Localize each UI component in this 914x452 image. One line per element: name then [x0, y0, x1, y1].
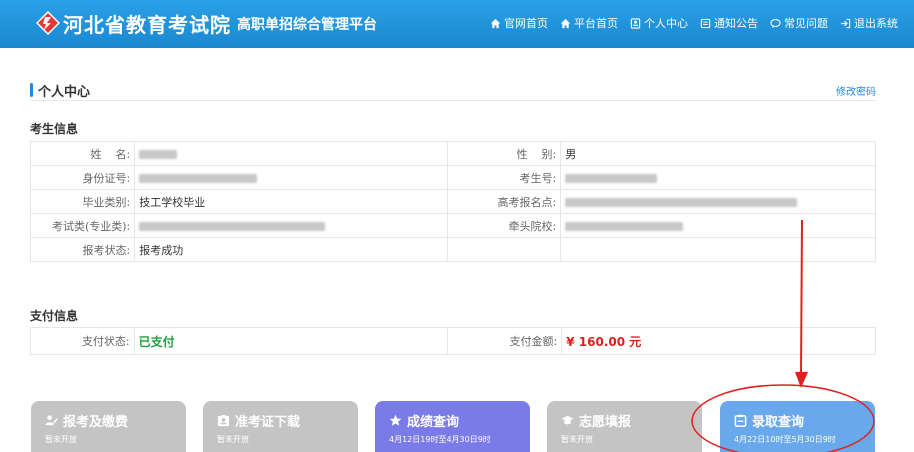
- table-row: 身份证号: 考生号:: [29, 165, 876, 190]
- empty-cell: [560, 237, 876, 262]
- nav-official-home[interactable]: 官网首页: [490, 15, 548, 31]
- notice-icon: [700, 18, 711, 28]
- name-label: 姓 名:: [29, 141, 136, 166]
- payment-amount-cell: ¥ 160.00 元: [561, 327, 876, 355]
- admission-ticket-card[interactable]: 准考证下载 暂未开放: [203, 401, 358, 452]
- card-title: 成绩查询: [407, 415, 460, 430]
- profile-icon: [630, 17, 641, 29]
- card-title: 准考证下载: [235, 415, 301, 430]
- graduation-type-label: 毕业类别:: [29, 189, 136, 214]
- gender-value: 男: [560, 141, 876, 166]
- lead-school-label: 牵头院校:: [447, 213, 562, 238]
- candidate-info-table: 姓 名: 性 别: 男 身份证号: 考生号: 毕业类别: 技工学校毕业 高考报名…: [29, 141, 876, 262]
- card-heading: 志愿填报: [561, 411, 702, 430]
- chat-icon: [770, 18, 781, 28]
- annotation-arrowhead: [795, 372, 808, 388]
- payment-amount-value: ¥ 160.00 元: [566, 334, 642, 349]
- nav-label: 退出系统: [854, 17, 898, 30]
- application-filling-card[interactable]: 志愿填报 暂未开放: [547, 401, 702, 452]
- site-title: 河北省教育考试院: [63, 13, 231, 37]
- top-header: 河北省教育考试院 高职单招综合管理平台 官网首页 平台首页 个人中心 通知公告 …: [0, 0, 914, 48]
- gender-label: 性 别:: [447, 141, 562, 166]
- nav-label: 平台首页: [574, 17, 618, 30]
- top-nav: 官网首页 平台首页 个人中心 通知公告 常见问题 退出系统: [490, 15, 898, 31]
- page-title-bar: 个人中心 修改密码: [30, 81, 876, 101]
- card-heading: 成绩查询: [389, 411, 530, 430]
- card-status: 4月12日19时至4月30日9时: [389, 435, 491, 444]
- table-row: 考试类(专业类): 牵头院校:: [29, 213, 876, 238]
- id-card-icon: [217, 414, 230, 427]
- id-number-label: 身份证号:: [29, 165, 136, 190]
- nav-label: 常见问题: [784, 17, 828, 30]
- logo-icon: [36, 11, 60, 35]
- home-icon: [490, 18, 501, 28]
- payment-status-value: 已支付: [138, 334, 175, 349]
- title-accent-bar: [30, 83, 33, 97]
- nav-faq[interactable]: 常见问题: [770, 15, 828, 31]
- redacted-value: [565, 221, 684, 231]
- user-edit-icon: [45, 415, 58, 426]
- logout-icon: [840, 18, 851, 28]
- exam-type-label: 考试类(专业类):: [29, 213, 136, 238]
- page-title: 个人中心: [38, 85, 91, 100]
- table-row: 姓 名: 性 别: 男: [29, 141, 876, 166]
- payment-info-title: 支付信息: [30, 309, 79, 323]
- card-heading: 录取查询: [734, 411, 875, 430]
- id-number-value: [134, 165, 449, 190]
- admission-query-card[interactable]: 录取查询 4月22日10时至5月30日9时: [720, 401, 875, 452]
- score-query-card[interactable]: 成绩查询 4月12日19时至4月30日9时: [375, 401, 530, 452]
- card-heading: 报考及缴费: [45, 411, 186, 430]
- card-title: 志愿填报: [579, 415, 632, 430]
- table-row: 毕业类别: 技工学校毕业 高考报名点:: [29, 189, 876, 214]
- card-heading: 准考证下载: [217, 411, 358, 430]
- card-status: 暂未开放: [45, 435, 77, 444]
- card-status: 暂未开放: [561, 435, 593, 444]
- nav-label: 官网首页: [504, 17, 548, 30]
- nav-label: 通知公告: [714, 17, 758, 30]
- registration-site-value: [560, 189, 876, 214]
- platform-subtitle: 高职单招综合管理平台: [237, 17, 377, 33]
- card-status: 暂未开放: [217, 435, 249, 444]
- nav-logout[interactable]: 退出系统: [840, 15, 898, 31]
- name-value: [134, 141, 449, 166]
- lead-school-value: [560, 213, 876, 238]
- home-icon: [560, 18, 571, 28]
- payment-status-label: 支付状态:: [30, 327, 135, 355]
- exam-number-value: [560, 165, 876, 190]
- nav-notices[interactable]: 通知公告: [700, 15, 758, 31]
- payment-info-table: 支付状态: 已支付 支付金额: ¥ 160.00 元: [30, 327, 876, 355]
- star-icon: [389, 414, 402, 426]
- redacted-value: [139, 149, 178, 159]
- application-status-value: 报考成功: [134, 237, 449, 262]
- table-row: 支付状态: 已支付 支付金额: ¥ 160.00 元: [30, 327, 876, 355]
- nav-personal-center[interactable]: 个人中心: [630, 15, 688, 31]
- card-title: 报考及缴费: [63, 415, 129, 430]
- redacted-value: [565, 197, 798, 207]
- graduation-cap-icon: [561, 415, 574, 425]
- application-status-label: 报考状态:: [29, 237, 136, 262]
- register-and-pay-card[interactable]: 报考及缴费 暂未开放: [31, 401, 186, 452]
- change-password-link[interactable]: 修改密码: [836, 83, 876, 98]
- registration-site-label: 高考报名点:: [447, 189, 562, 214]
- graduation-type-value: 技工学校毕业: [134, 189, 449, 214]
- redacted-value: [139, 221, 326, 231]
- empty-cell: [447, 237, 562, 262]
- exam-number-label: 考生号:: [447, 165, 562, 190]
- nav-label: 个人中心: [644, 17, 688, 30]
- clipboard-icon: [734, 414, 747, 427]
- redacted-value: [139, 173, 258, 183]
- card-status: 4月22日10时至5月30日9时: [734, 435, 836, 444]
- exam-type-value: [134, 213, 449, 238]
- candidate-info-title: 考生信息: [30, 122, 79, 136]
- payment-amount-label: 支付金额:: [446, 327, 563, 355]
- payment-status-cell: 已支付: [133, 327, 448, 355]
- nav-platform-home[interactable]: 平台首页: [560, 15, 618, 31]
- card-title: 录取查询: [752, 415, 805, 430]
- table-row: 报考状态: 报考成功: [29, 237, 876, 262]
- redacted-value: [565, 173, 658, 183]
